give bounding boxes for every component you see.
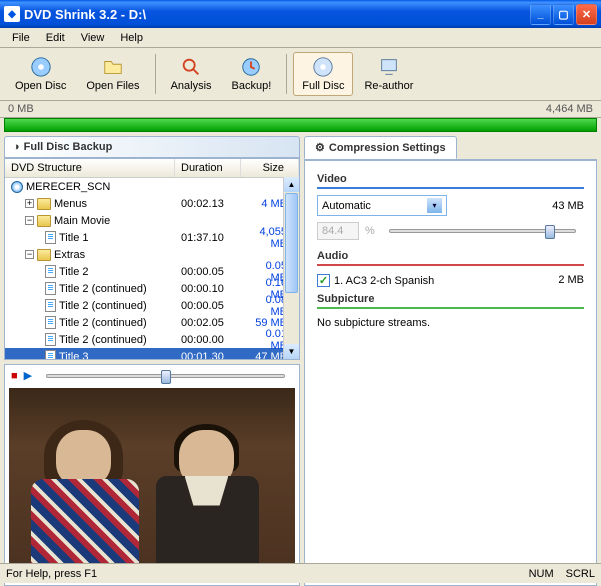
compression-panel: Video Automatic ▾ 43 MB 84.4 % Audio ✓1.… bbox=[304, 160, 597, 586]
title-icon bbox=[45, 282, 56, 295]
video-percent-input[interactable]: 84.4 bbox=[317, 222, 359, 240]
subpicture-message: No subpicture streams. bbox=[317, 315, 584, 331]
percent-label: % bbox=[365, 225, 375, 237]
backup-button[interactable]: Backup! bbox=[223, 52, 281, 96]
left-panel-header: ◑ Full Disc Backup bbox=[4, 136, 300, 158]
preview-slider[interactable] bbox=[46, 374, 285, 378]
size-min: 0 MB bbox=[8, 103, 34, 115]
status-bar: For Help, press F1 NUM SCRL bbox=[0, 563, 601, 583]
status-num: NUM bbox=[529, 568, 554, 580]
tree-title-1[interactable]: Title 101:37.104,055 MB bbox=[5, 229, 299, 246]
maximize-button[interactable]: ▢ bbox=[553, 4, 574, 25]
folder-icon bbox=[37, 198, 51, 210]
tree-item[interactable]: Title 2 (continued)00:00.000.01 MB bbox=[5, 331, 299, 348]
folder-icon bbox=[37, 215, 51, 227]
title-bar: ◆ DVD Shrink 3.2 - D:\ _ ▢ ✕ bbox=[0, 0, 601, 28]
slider-thumb-icon[interactable] bbox=[161, 370, 171, 384]
left-panel-title: Full Disc Backup bbox=[24, 141, 113, 153]
title-icon bbox=[45, 333, 56, 346]
collapse-icon[interactable]: ◑ bbox=[13, 141, 20, 153]
title-icon bbox=[45, 299, 56, 312]
title-icon bbox=[45, 316, 56, 329]
minimize-button[interactable]: _ bbox=[530, 4, 551, 25]
title-icon bbox=[45, 231, 56, 244]
compression-tab-row: ⚙ Compression Settings bbox=[304, 136, 597, 160]
status-scrl: SCRL bbox=[566, 568, 595, 580]
disc-icon bbox=[11, 181, 23, 193]
gear-icon: ⚙ bbox=[315, 141, 325, 154]
menu-bar: File Edit View Help bbox=[0, 28, 601, 48]
slider-thumb-icon[interactable] bbox=[545, 225, 555, 239]
size-bar: 0 MB 4,464 MB bbox=[0, 101, 601, 118]
toolbar: Open Disc Open Files Analysis Backup! Fu… bbox=[0, 48, 601, 101]
open-files-button[interactable]: Open Files bbox=[77, 52, 148, 96]
menu-edit[interactable]: Edit bbox=[38, 30, 73, 46]
menu-file[interactable]: File bbox=[4, 30, 38, 46]
subpicture-section-header: Subpicture bbox=[317, 289, 584, 309]
open-disc-button[interactable]: Open Disc bbox=[6, 52, 75, 96]
play-button[interactable]: ▶ bbox=[24, 369, 32, 382]
audio-size: 2 MB bbox=[558, 274, 584, 287]
reauthor-button[interactable]: Re-author bbox=[355, 52, 422, 96]
preview-panel: ■ ▶ bbox=[4, 364, 300, 586]
tree-root[interactable]: MERECER_SCN bbox=[5, 178, 299, 195]
collapse-icon[interactable]: − bbox=[25, 216, 34, 225]
audio-section-header: Audio bbox=[317, 246, 584, 266]
tree-item-selected[interactable]: Title 300:01.3047 MB bbox=[5, 348, 299, 360]
expand-icon[interactable]: + bbox=[25, 199, 34, 208]
checkbox-checked-icon[interactable]: ✓ bbox=[317, 274, 330, 287]
close-button[interactable]: ✕ bbox=[576, 4, 597, 25]
tree-item[interactable]: Title 2 (continued)00:00.050.08 MB bbox=[5, 297, 299, 314]
tree-menus[interactable]: +Menus00:02.134 MB bbox=[5, 195, 299, 212]
video-ratio-slider[interactable] bbox=[389, 229, 576, 233]
video-preview bbox=[9, 388, 295, 581]
collapse-icon[interactable]: − bbox=[25, 250, 34, 259]
title-icon bbox=[45, 265, 56, 278]
title-icon bbox=[45, 350, 56, 360]
window-title: DVD Shrink 3.2 - D:\ bbox=[24, 7, 146, 22]
col-size[interactable]: Size bbox=[241, 159, 299, 177]
status-help: For Help, press F1 bbox=[6, 568, 97, 580]
stop-button[interactable]: ■ bbox=[11, 370, 18, 382]
chevron-down-icon: ▾ bbox=[427, 198, 442, 213]
video-size: 43 MB bbox=[552, 200, 584, 212]
video-mode-select[interactable]: Automatic ▾ bbox=[317, 195, 447, 216]
scrollbar-vertical[interactable]: ▲▼ bbox=[283, 177, 299, 359]
full-disc-button[interactable]: Full Disc bbox=[293, 52, 353, 96]
dvd-structure-list: DVD Structure Duration Size MERECER_SCN … bbox=[4, 158, 300, 360]
video-section-header: Video bbox=[317, 169, 584, 189]
folder-icon bbox=[37, 249, 51, 261]
menu-help[interactable]: Help bbox=[112, 30, 151, 46]
audio-track-row[interactable]: ✓1. AC3 2-ch Spanish 2 MB bbox=[317, 272, 584, 289]
app-icon: ◆ bbox=[4, 6, 20, 22]
size-progress-bar bbox=[4, 118, 597, 132]
menu-view[interactable]: View bbox=[73, 30, 113, 46]
col-structure[interactable]: DVD Structure bbox=[5, 159, 175, 177]
compression-settings-tab[interactable]: ⚙ Compression Settings bbox=[304, 136, 457, 159]
size-max: 4,464 MB bbox=[546, 103, 593, 115]
col-duration[interactable]: Duration bbox=[175, 159, 241, 177]
analysis-button[interactable]: Analysis bbox=[162, 52, 221, 96]
